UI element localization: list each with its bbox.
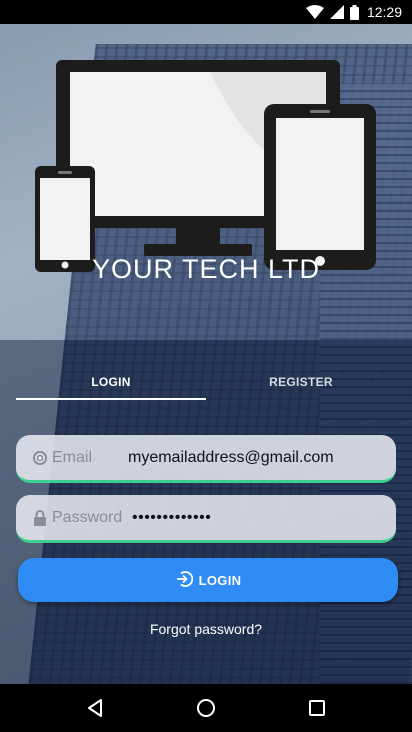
login-arrow-icon — [175, 570, 193, 591]
status-time: 12:29 — [366, 4, 402, 20]
tab-login[interactable]: LOGIN — [16, 364, 206, 400]
signal-icon — [329, 5, 344, 19]
home-circle-icon[interactable] — [182, 684, 230, 732]
password-field[interactable]: Password ••••••••••••• — [16, 495, 396, 543]
tab-register[interactable]: REGISTER — [206, 364, 396, 400]
at-icon — [32, 450, 48, 466]
back-triangle-icon[interactable] — [71, 684, 119, 732]
battery-icon — [349, 4, 359, 20]
email-value: myemailaddress@gmail.com — [128, 448, 334, 466]
active-tab-indicator — [16, 398, 206, 400]
system-nav-bar — [0, 684, 412, 732]
email-hint: Email — [52, 448, 93, 466]
recent-square-icon[interactable] — [293, 684, 341, 732]
status-bar: 12:29 — [0, 0, 412, 24]
lock-icon — [32, 509, 48, 526]
forgot-password-link[interactable]: Forgot password? — [0, 621, 412, 637]
brand-title: YOUR TECH LTD — [91, 254, 321, 284]
tablet-icon — [264, 104, 376, 270]
password-hint: Password — [52, 508, 123, 526]
login-button-label: LOGIN — [198, 572, 242, 588]
email-field[interactable]: Email myemailaddress@gmail.com — [16, 435, 396, 483]
devices-logo — [30, 54, 380, 274]
wifi-icon — [305, 5, 324, 19]
password-value: ••••••••••••• — [132, 508, 212, 526]
login-button[interactable]: LOGIN — [18, 558, 398, 602]
